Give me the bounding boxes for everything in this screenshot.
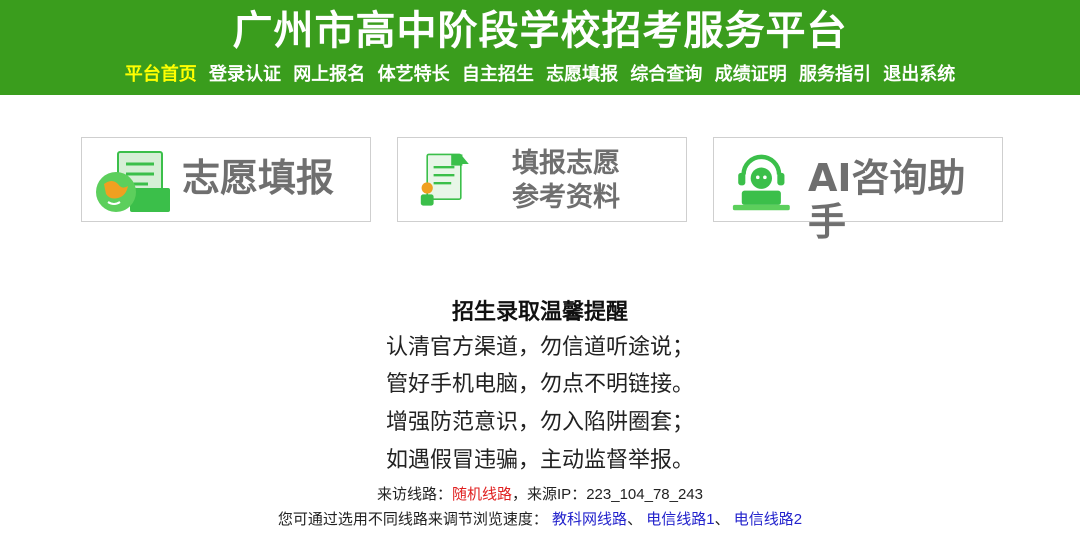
globe-folder-icon — [96, 151, 170, 212]
nav-service-guide[interactable]: 服务指引 — [799, 64, 871, 85]
route-prefix: 来访线路： — [376, 486, 452, 503]
notice-line-2: 管好手机电脑，勿点不明链接。 — [385, 372, 694, 397]
nav-home[interactable]: 平台首页 — [125, 64, 197, 85]
nav-score-certificate[interactable]: 成绩证明 — [715, 64, 787, 85]
ai-assistant-icon — [732, 154, 790, 211]
ip-prefix: ，来源IP： — [512, 486, 587, 503]
speed-text: 您可通过选用不同线路来调节浏览速度： — [277, 511, 548, 528]
document-person-icon — [420, 153, 469, 206]
card-ai-assistant[interactable]: AI咨询助手 — [713, 137, 1003, 244]
notice-title: 招生录取温馨提醒 — [451, 300, 628, 325]
route-separator: 、 — [627, 511, 643, 528]
card-ai-assistant-label: AI咨询助手 — [808, 156, 966, 244]
route-link-edu[interactable]: 教科网线路 — [552, 511, 627, 528]
main-nav: 平台首页 登录认证 网上报名 体艺特长 自主招生 志愿填报 综合查询 成绩证明 … — [0, 60, 1080, 90]
card-reference-line2: 参考资料 — [512, 182, 620, 213]
card-reference-materials[interactable]: 填报志愿 参考资料 — [397, 137, 687, 222]
nav-query[interactable]: 综合查询 — [630, 64, 702, 85]
site-title: 广州市高中阶段学校招考服务平台 — [232, 8, 848, 54]
route-value-link[interactable]: 随机线路 — [452, 486, 512, 503]
card-application-label: 志愿填报 — [182, 156, 335, 200]
route-link-telecom-1[interactable]: 电信线路1 — [646, 511, 714, 528]
route-info: 来访线路：随机线路，来源IP：223_104_78_243 — [0, 484, 1080, 506]
notice-line-3: 增强防范意识，勿入陷阱圈套； — [385, 410, 694, 435]
notice-line-4: 如遇假冒违骗，主动监督举报。 — [385, 448, 694, 473]
route-link-telecom-2[interactable]: 电信线路2 — [734, 511, 802, 528]
card-reference-line1: 填报志愿 — [512, 148, 620, 179]
nav-registration[interactable]: 网上报名 — [293, 64, 365, 85]
header-bar: 广州市高中阶段学校招考服务平台 平台首页 登录认证 网上报名 体艺特长 自主招生… — [0, 0, 1080, 95]
card-application[interactable]: 志愿填报 — [81, 137, 371, 222]
nav-login[interactable]: 登录认证 — [209, 64, 281, 85]
route-options: 您可通过选用不同线路来调节浏览速度： 教科网线路、 电信线路1、 电信线路2 — [0, 509, 1080, 531]
nav-logout[interactable]: 退出系统 — [883, 64, 955, 85]
notice-line-1: 认清官方渠道，勿信道听途说； — [385, 335, 694, 360]
route-separator: 、 — [714, 511, 730, 528]
ip-value: 223_104_78_243 — [586, 486, 703, 503]
nav-independent-enrollment[interactable]: 自主招生 — [462, 64, 534, 85]
nav-application[interactable]: 志愿填报 — [546, 64, 618, 85]
nav-arts-sports[interactable]: 体艺特长 — [378, 64, 450, 85]
